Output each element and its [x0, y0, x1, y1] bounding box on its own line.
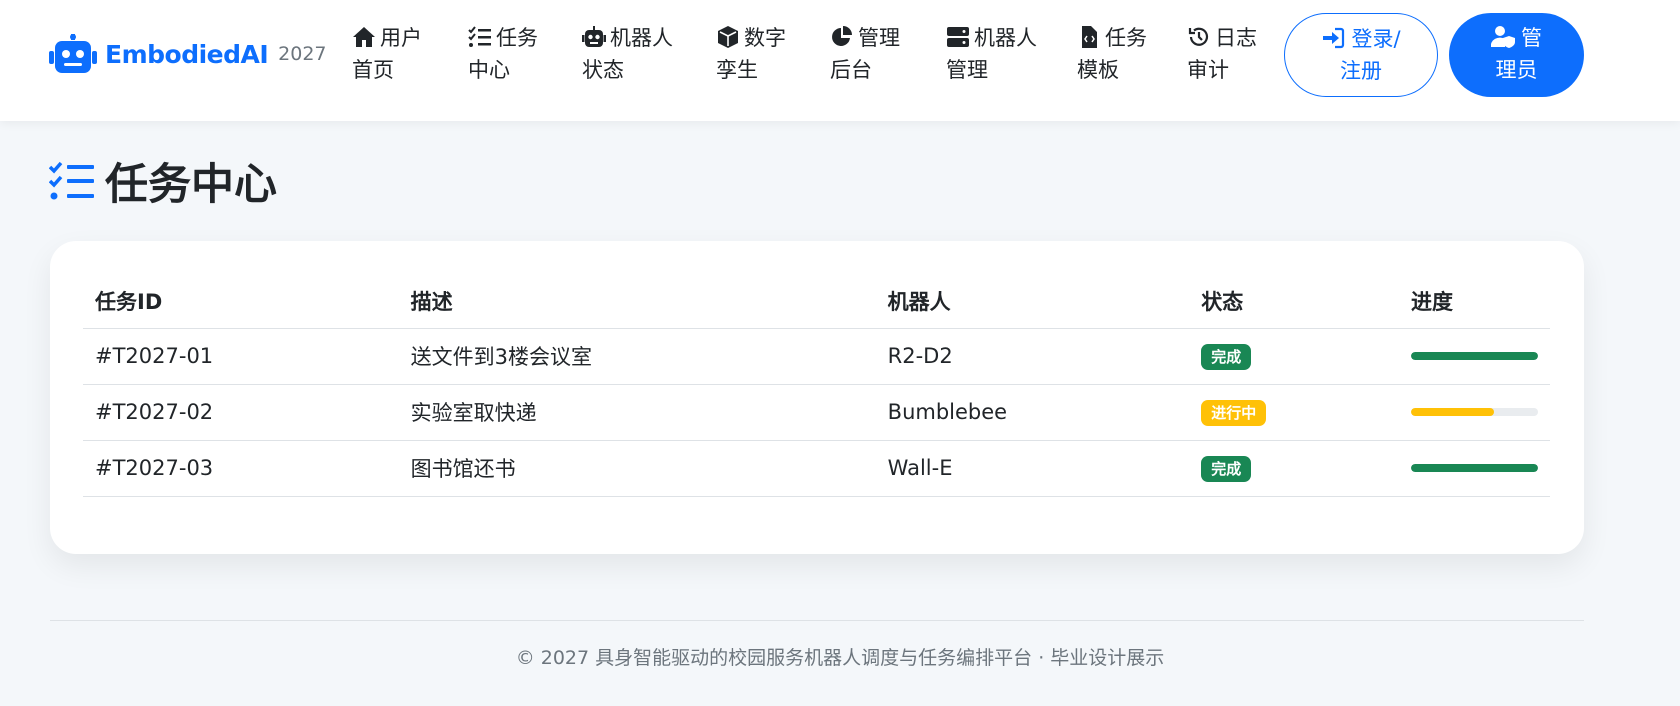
table-row[interactable]: #T2027-02 实验室取快递 Bumblebee 进行中 — [83, 384, 1550, 441]
progress-bar — [1410, 352, 1538, 360]
page-title-text: 任务中心 — [105, 160, 277, 210]
task-id: #T2027-03 — [83, 440, 399, 497]
list-check-icon — [49, 161, 94, 200]
task-robot: Wall-E — [875, 440, 1190, 497]
column-header-task-id[interactable]: 任务ID — [83, 274, 399, 329]
admin-button[interactable]: 管 理员 — [1449, 13, 1584, 97]
home-icon — [352, 25, 376, 47]
status-cell: 完成 — [1189, 440, 1399, 497]
nav-audit-log[interactable]: 日志 审计 — [1187, 22, 1257, 86]
status-cell: 进行中 — [1189, 384, 1399, 441]
progress-track — [1410, 352, 1538, 360]
user-shield-icon — [1490, 26, 1515, 48]
brand-year: 2027 — [278, 43, 327, 65]
task-robot: Bumblebee — [875, 384, 1190, 441]
nav-robot-management[interactable]: 机器人 管理 — [946, 22, 1037, 86]
column-header-status[interactable]: 状态 — [1189, 274, 1399, 329]
task-table-card: 任务ID 描述 机器人 状态 进度 #T2027-01 送文件到3楼会议室 R2… — [50, 241, 1584, 554]
progress-track — [1410, 408, 1538, 416]
progress-cell — [1398, 384, 1550, 441]
table-row[interactable]: #T2027-01 送文件到3楼会议室 R2-D2 完成 — [83, 328, 1550, 385]
progress-bar — [1410, 408, 1494, 416]
status-badge: 进行中 — [1201, 399, 1267, 426]
sign-in-icon — [1323, 27, 1345, 49]
progress-bar — [1410, 464, 1538, 472]
progress-track — [1410, 464, 1538, 472]
status-badge: 完成 — [1201, 455, 1252, 482]
progress-cell — [1398, 440, 1550, 497]
nav-task-templates[interactable]: 任务 模板 — [1077, 22, 1147, 86]
task-robot: R2-D2 — [875, 328, 1190, 385]
task-table: 任务ID 描述 机器人 状态 进度 #T2027-01 送文件到3楼会议室 R2… — [83, 274, 1550, 497]
robot-logo-icon — [49, 34, 97, 73]
column-header-description[interactable]: 描述 — [398, 274, 876, 329]
status-badge: 完成 — [1201, 343, 1252, 370]
nav-user-home[interactable]: 用户 首页 — [352, 22, 422, 86]
table-header-row: 任务ID 描述 机器人 状态 进度 — [83, 274, 1550, 329]
nav-task-center[interactable]: 任务 中心 — [468, 22, 538, 86]
task-id: #T2027-02 — [83, 384, 399, 441]
login-register-button[interactable]: 登录/ 注册 — [1284, 13, 1438, 97]
page-title: 任务中心 — [49, 153, 277, 210]
column-header-robot[interactable]: 机器人 — [875, 274, 1190, 329]
history-icon — [1187, 25, 1211, 47]
file-code-icon — [1077, 25, 1101, 48]
footer-text: © 2027 具身智能驱动的校园服务机器人调度与任务编排平台 · 毕业设计展示 — [515, 647, 1165, 669]
table-row[interactable]: #T2027-03 图书馆还书 Wall-E 完成 — [83, 440, 1550, 497]
navbar: EmbodiedAI 2027 用户 首页 任务 中心 机器人 状态 数字 孪生… — [0, 0, 1680, 121]
cube-icon — [716, 25, 740, 48]
list-check-icon — [468, 25, 492, 47]
column-header-progress[interactable]: 进度 — [1398, 274, 1550, 329]
status-cell: 完成 — [1189, 328, 1399, 385]
brand-name: EmbodiedAI — [105, 39, 269, 69]
progress-cell — [1398, 328, 1550, 385]
task-description: 实验室取快递 — [398, 384, 876, 441]
nav-robot-status[interactable]: 机器人 状态 — [582, 22, 673, 86]
nav-digital-twin[interactable]: 数字 孪生 — [716, 22, 786, 86]
task-description: 图书馆还书 — [398, 440, 876, 497]
server-icon — [946, 25, 970, 47]
task-description: 送文件到3楼会议室 — [398, 328, 876, 385]
chart-pie-icon — [830, 25, 854, 47]
brand-logo[interactable]: EmbodiedAI 2027 — [49, 34, 327, 74]
task-id: #T2027-01 — [83, 328, 399, 385]
robot-icon — [582, 25, 606, 47]
nav-admin-dashboard[interactable]: 管理 后台 — [830, 22, 900, 86]
footer-divider — [50, 620, 1584, 621]
